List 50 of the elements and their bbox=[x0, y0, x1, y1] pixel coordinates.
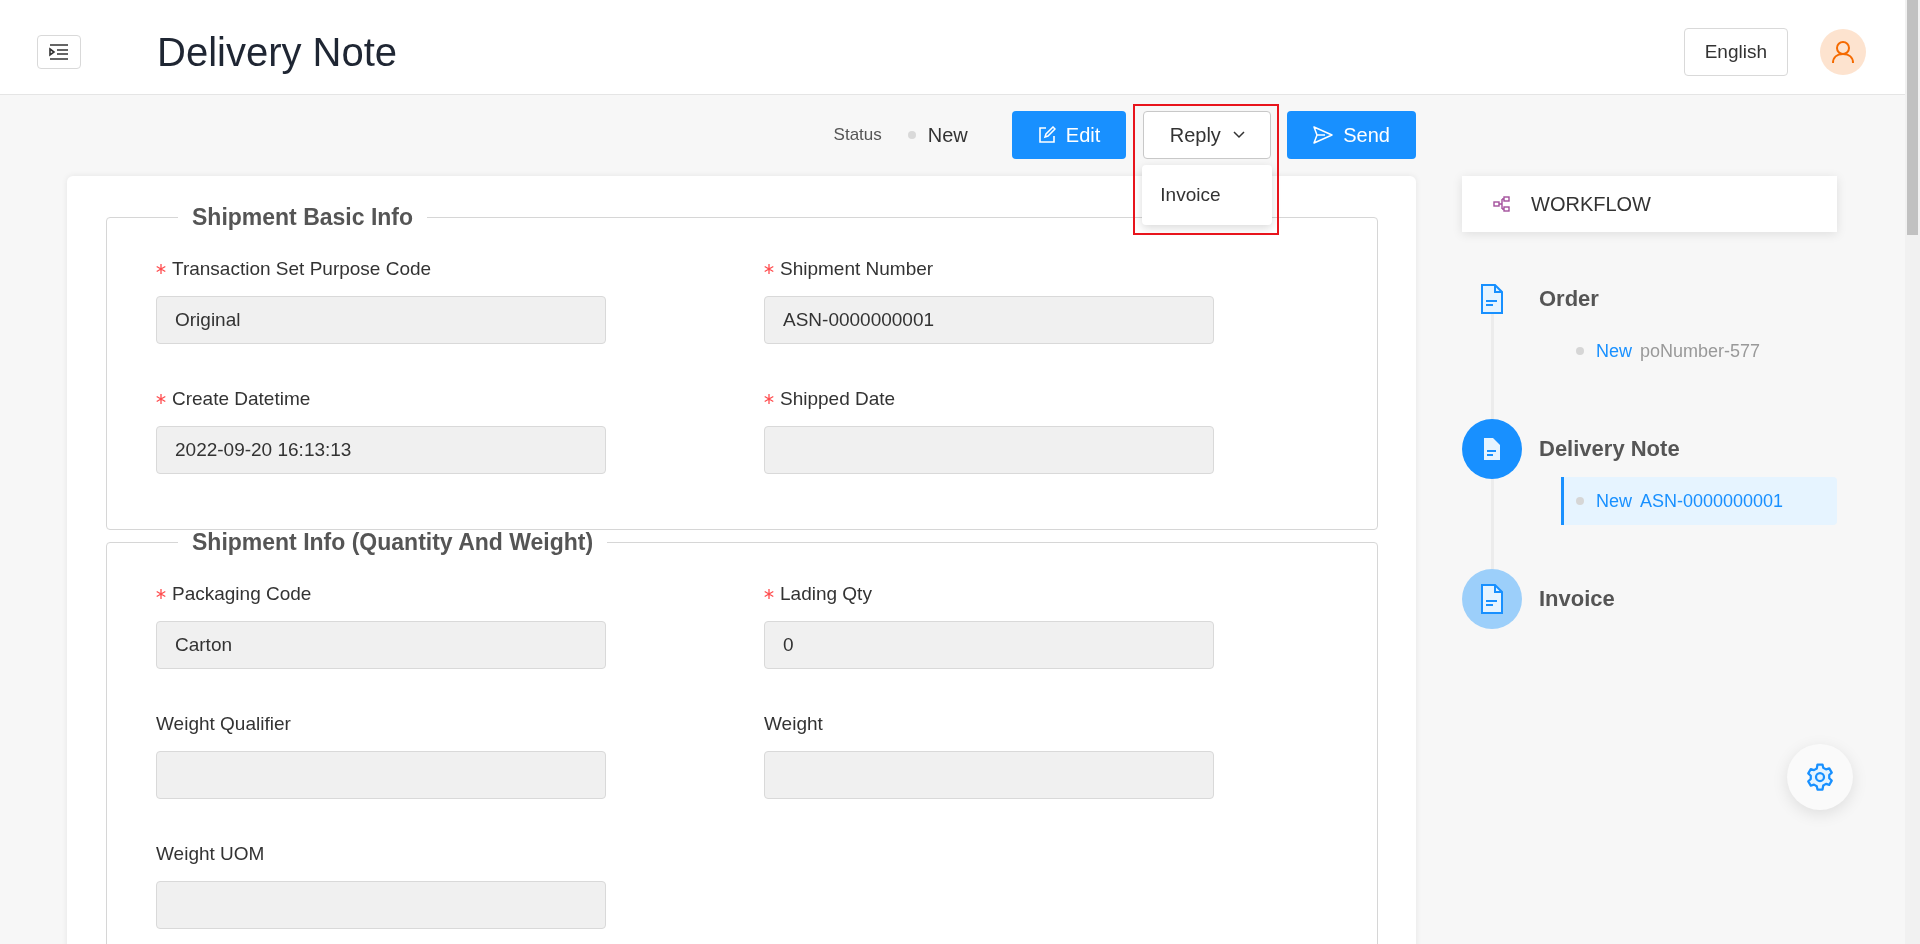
menu-item[interactable]: Invoice bbox=[1142, 169, 1273, 221]
section-title: Shipment Basic Info bbox=[191, 204, 415, 231]
field-label: Weight Qualifier bbox=[156, 713, 291, 735]
page-title: Delivery Note bbox=[157, 29, 398, 75]
input-field[interactable] bbox=[156, 751, 606, 799]
workflow-icon bbox=[1493, 195, 1511, 213]
input-field[interactable]: Original bbox=[156, 296, 606, 344]
field-label: Weight bbox=[764, 713, 823, 735]
field-label: Packaging Code bbox=[172, 583, 312, 605]
step-title: Delivery Note bbox=[1539, 436, 1680, 462]
send-icon bbox=[1313, 126, 1334, 144]
field-label: Weight UOM bbox=[156, 843, 265, 865]
input-field[interactable]: 2022-09-20 16:13:13 bbox=[156, 426, 606, 474]
input-field[interactable] bbox=[764, 426, 1214, 474]
input-field[interactable]: Carton bbox=[156, 621, 606, 669]
status-value: New bbox=[927, 123, 968, 147]
step-title: Invoice bbox=[1539, 586, 1615, 612]
input-field[interactable]: 0 bbox=[764, 621, 1214, 669]
menu-button[interactable] bbox=[37, 35, 81, 69]
scrollbar[interactable] bbox=[1905, 0, 1920, 944]
document-icon bbox=[1481, 584, 1503, 614]
entry-number: ASN-0000000001 bbox=[1640, 490, 1784, 512]
status-dot-icon bbox=[1576, 347, 1584, 355]
chevron-down-icon bbox=[1232, 131, 1245, 139]
settings-icon bbox=[1805, 762, 1835, 792]
entry-number: poNumber-577 bbox=[1640, 340, 1761, 362]
section-title: Shipment Info (Quantity And Weight) bbox=[191, 529, 595, 556]
field-label: Lading Qty bbox=[780, 583, 872, 605]
document-icon bbox=[1483, 437, 1501, 461]
language-button[interactable]: English bbox=[1683, 28, 1788, 76]
field-label: Transaction Set Purpose Code bbox=[172, 258, 432, 280]
reply-dropdown-button[interactable]: Reply bbox=[1143, 111, 1272, 159]
entry-status: New bbox=[1596, 340, 1632, 362]
user-avatar[interactable] bbox=[1820, 29, 1866, 75]
workflow-title: WORKFLOW bbox=[1531, 192, 1651, 216]
status-dot-icon bbox=[907, 131, 916, 139]
input-field[interactable]: ASN-0000000001 bbox=[764, 296, 1214, 344]
menu-icon bbox=[49, 44, 69, 60]
edit-icon bbox=[1037, 126, 1056, 144]
field-label: Create Datetime bbox=[172, 388, 311, 410]
field-label: Shipment Number bbox=[780, 258, 934, 280]
input-field[interactable] bbox=[156, 881, 606, 929]
document-icon bbox=[1481, 284, 1503, 314]
input-field[interactable] bbox=[764, 751, 1214, 799]
field-label: Shipped Date bbox=[780, 388, 896, 410]
step-title: Order bbox=[1539, 286, 1599, 312]
status-dot-icon bbox=[1576, 497, 1584, 505]
user-icon bbox=[1832, 40, 1854, 64]
entry-status: New bbox=[1596, 490, 1632, 512]
status-label: Status bbox=[833, 125, 882, 145]
